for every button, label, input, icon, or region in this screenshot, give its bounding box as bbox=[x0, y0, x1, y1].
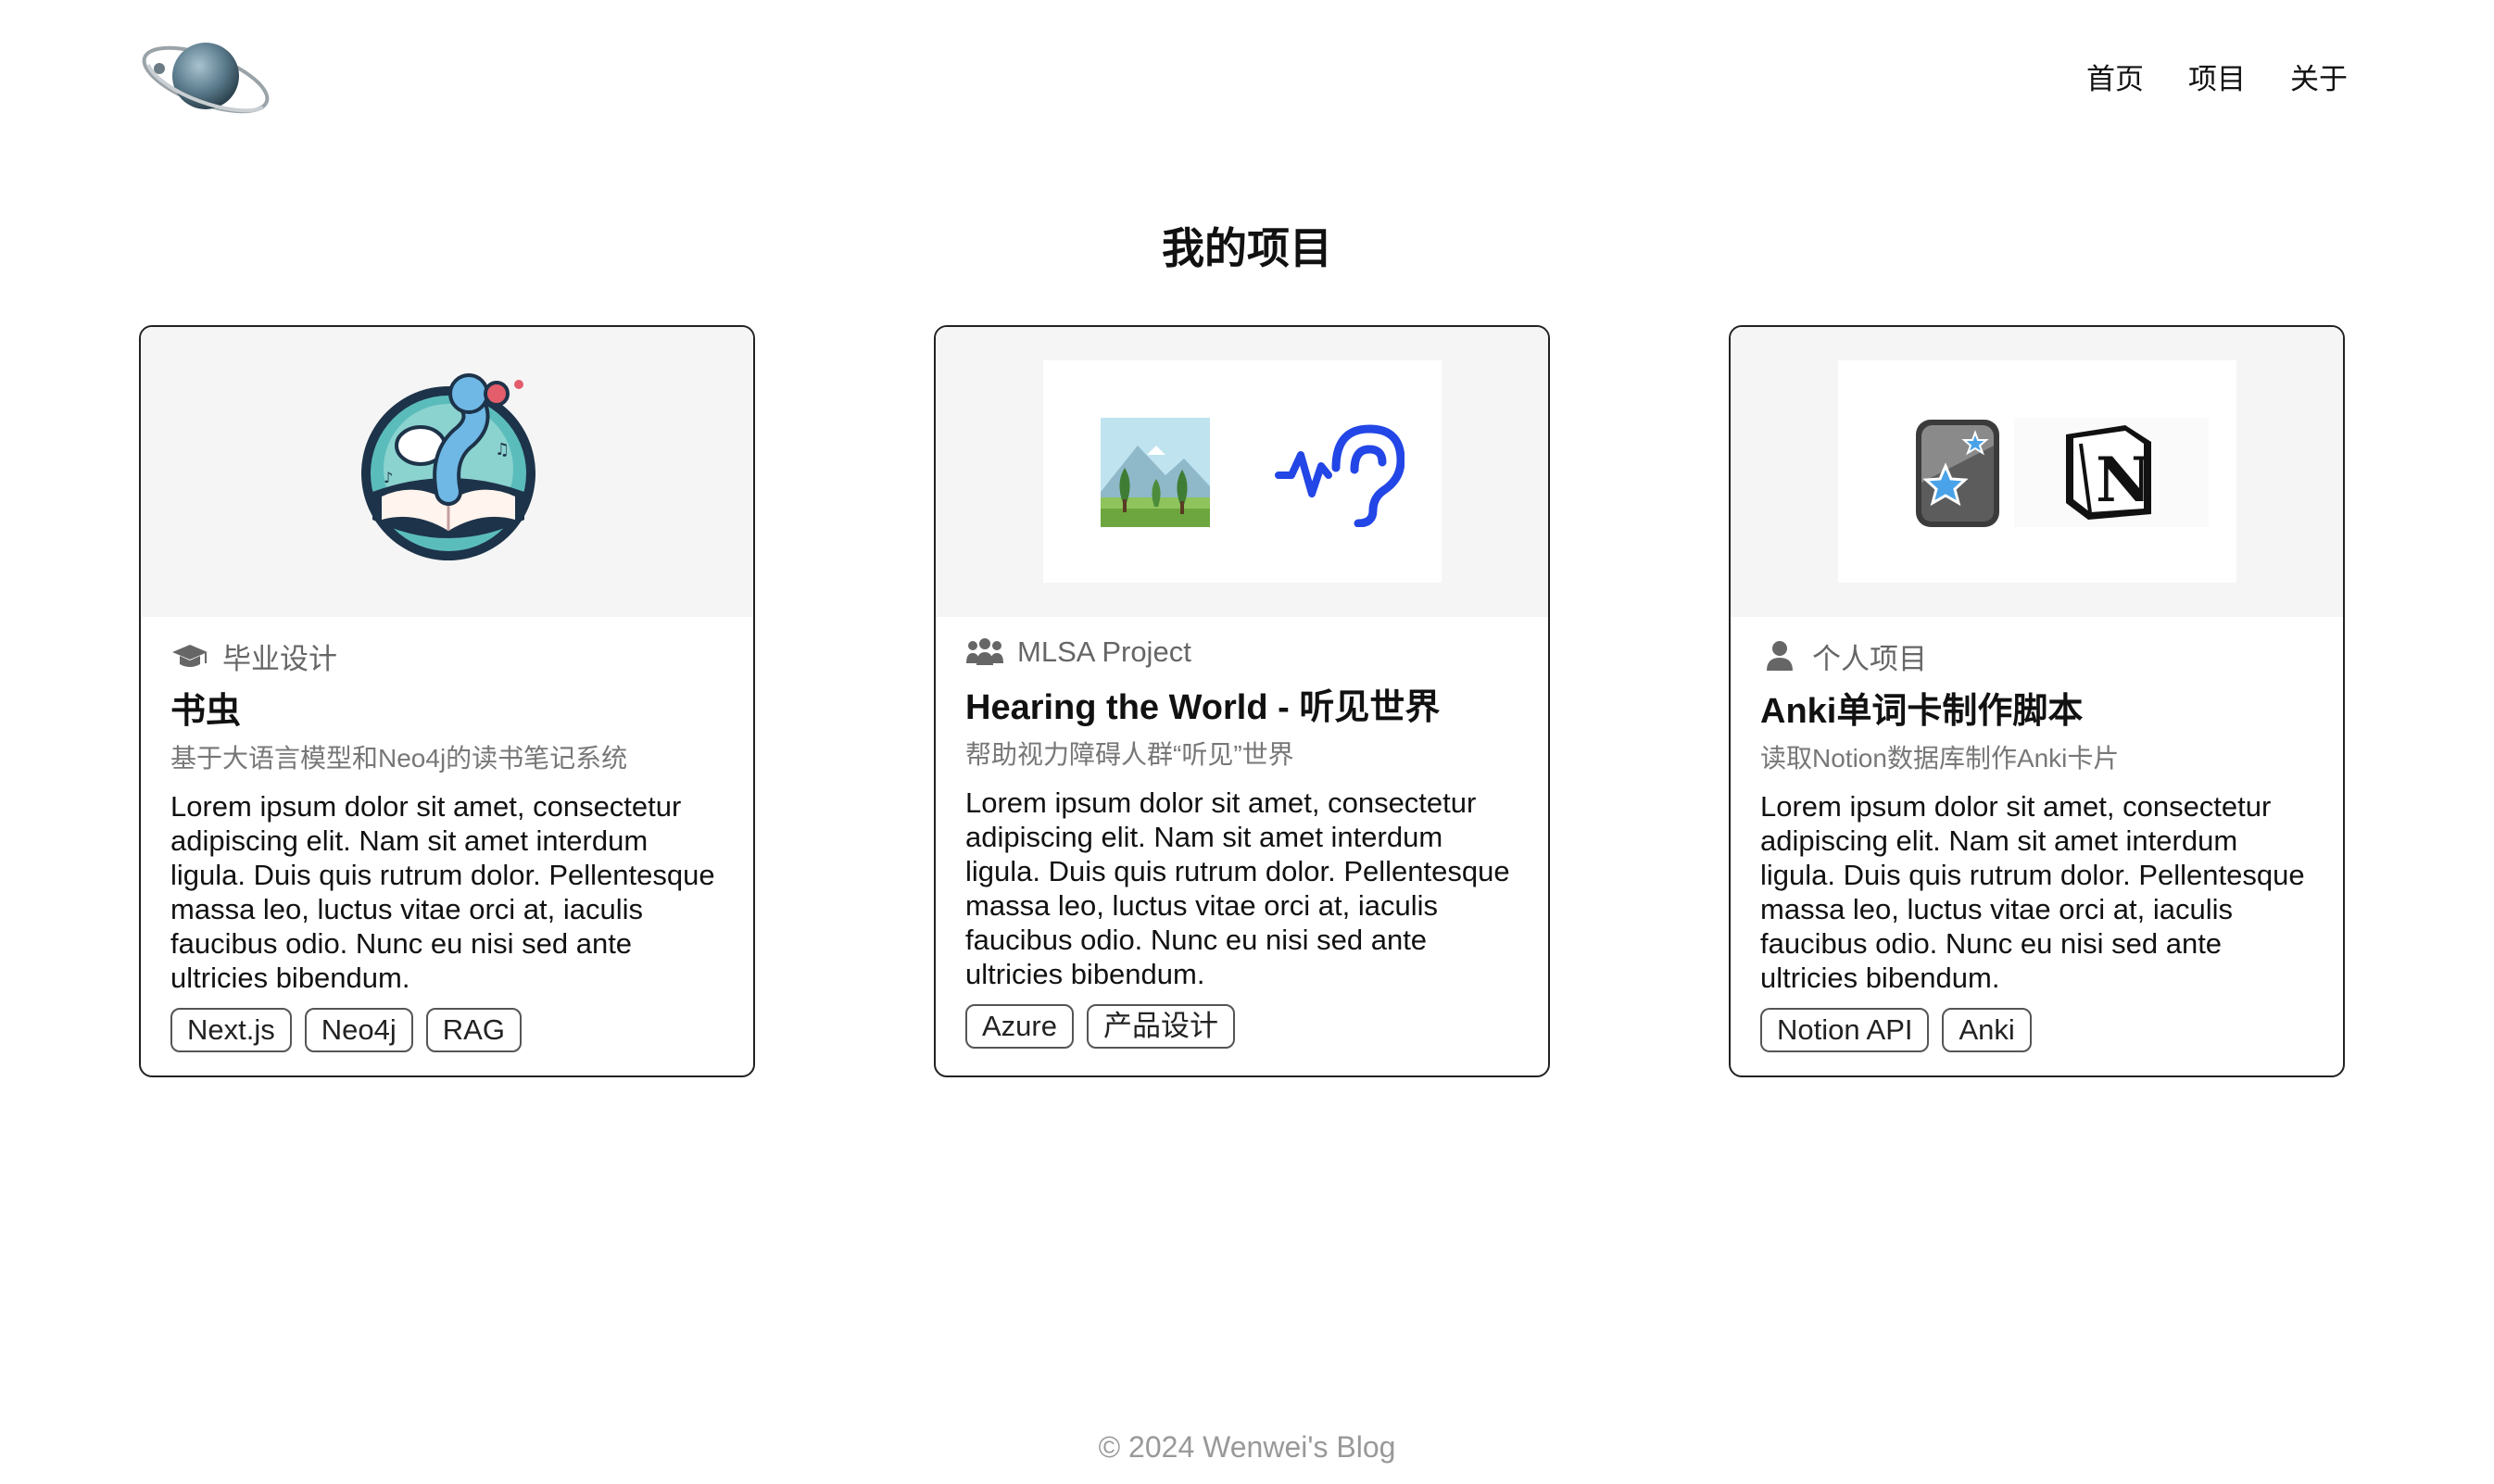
page-title: 我的项目 bbox=[1162, 224, 1332, 272]
project-subtitle: 读取Notion数据库制作Anki卡片 bbox=[1760, 744, 2120, 773]
landscape-image-icon bbox=[1101, 418, 1210, 527]
project-description: Lorem ipsum dolor sit amet, consectetur … bbox=[1760, 790, 2305, 994]
project-category-label: 毕业设计 bbox=[222, 642, 337, 675]
svg-text:♫: ♫ bbox=[495, 440, 510, 459]
svg-text:N: N bbox=[2096, 444, 2151, 516]
project-category: 个人项目 bbox=[1760, 635, 2313, 676]
nav-home-link[interactable]: 首页 bbox=[2086, 59, 2144, 100]
project-subtitle: 帮助视力障碍人群“听见”世界 bbox=[965, 740, 1294, 769]
project-category: 毕业设计 bbox=[170, 635, 724, 676]
project-image-area: N bbox=[1731, 327, 2343, 617]
project-title[interactable]: Hearing the World - 听见世界 bbox=[965, 685, 1518, 730]
project-category: MLSA Project bbox=[965, 632, 1518, 673]
project-title[interactable]: 书虫 bbox=[170, 689, 724, 734]
project-card-anki-script[interactable]: N 个人项目 Anki单词卡制作脚本 读取Notion数据库制作Anki卡片 L… bbox=[1729, 325, 2345, 1077]
project-category-label: MLSA Project bbox=[1017, 635, 1191, 668]
ear-sound-icon bbox=[1275, 424, 1404, 527]
project-card-bookworm[interactable]: ♫ ♪ 毕业设计 书虫 基于大语言模型和Neo4j的读书笔记系统 Lorem i… bbox=[139, 325, 755, 1077]
tag[interactable]: 产品设计 bbox=[1086, 1004, 1235, 1049]
tag[interactable]: Neo4j bbox=[304, 1008, 413, 1052]
main-nav: 首页 项目 关于 bbox=[2086, 59, 2348, 100]
project-image-area bbox=[936, 327, 1548, 617]
nav-projects-link[interactable]: 项目 bbox=[2188, 59, 2246, 100]
user-icon bbox=[1767, 641, 1793, 671]
project-tags: Next.js Neo4j RAG bbox=[170, 1008, 724, 1052]
anki-app-icon bbox=[1916, 420, 1999, 527]
tag[interactable]: Notion API bbox=[1760, 1008, 1930, 1052]
tag[interactable]: RAG bbox=[425, 1008, 522, 1052]
project-image-area: ♫ ♪ bbox=[141, 327, 753, 617]
nav-about-link[interactable]: 关于 bbox=[2290, 59, 2348, 100]
project-tags: Notion API Anki bbox=[1760, 1008, 2313, 1052]
bookworm-logo-icon: ♫ ♪ bbox=[361, 373, 535, 560]
project-category-label: 个人项目 bbox=[1812, 642, 1927, 675]
tag[interactable]: Anki bbox=[1942, 1008, 2032, 1052]
users-icon bbox=[966, 638, 1003, 665]
project-subtitle: 基于大语言模型和Neo4j的读书笔记系统 bbox=[170, 744, 628, 773]
notion-app-icon: N bbox=[2066, 425, 2151, 520]
project-image-panel bbox=[1043, 360, 1442, 583]
project-title[interactable]: Anki单词卡制作脚本 bbox=[1760, 689, 2313, 734]
footer-copyright: © 2024 Wenwei's Blog bbox=[1098, 1430, 1396, 1464]
site-logo[interactable] bbox=[139, 28, 273, 125]
tag[interactable]: Azure bbox=[965, 1004, 1074, 1049]
svg-text:♪: ♪ bbox=[384, 469, 393, 486]
tag[interactable]: Next.js bbox=[170, 1008, 292, 1052]
project-image-panel: N bbox=[1838, 360, 2236, 583]
graduation-cap-icon bbox=[172, 645, 208, 667]
project-description: Lorem ipsum dolor sit amet, consectetur … bbox=[965, 786, 1510, 990]
project-card-hearing-the-world[interactable]: MLSA Project Hearing the World - 听见世界 帮助… bbox=[934, 325, 1550, 1077]
project-tags: Azure 产品设计 bbox=[965, 1004, 1518, 1049]
project-description: Lorem ipsum dolor sit amet, consectetur … bbox=[170, 790, 715, 994]
